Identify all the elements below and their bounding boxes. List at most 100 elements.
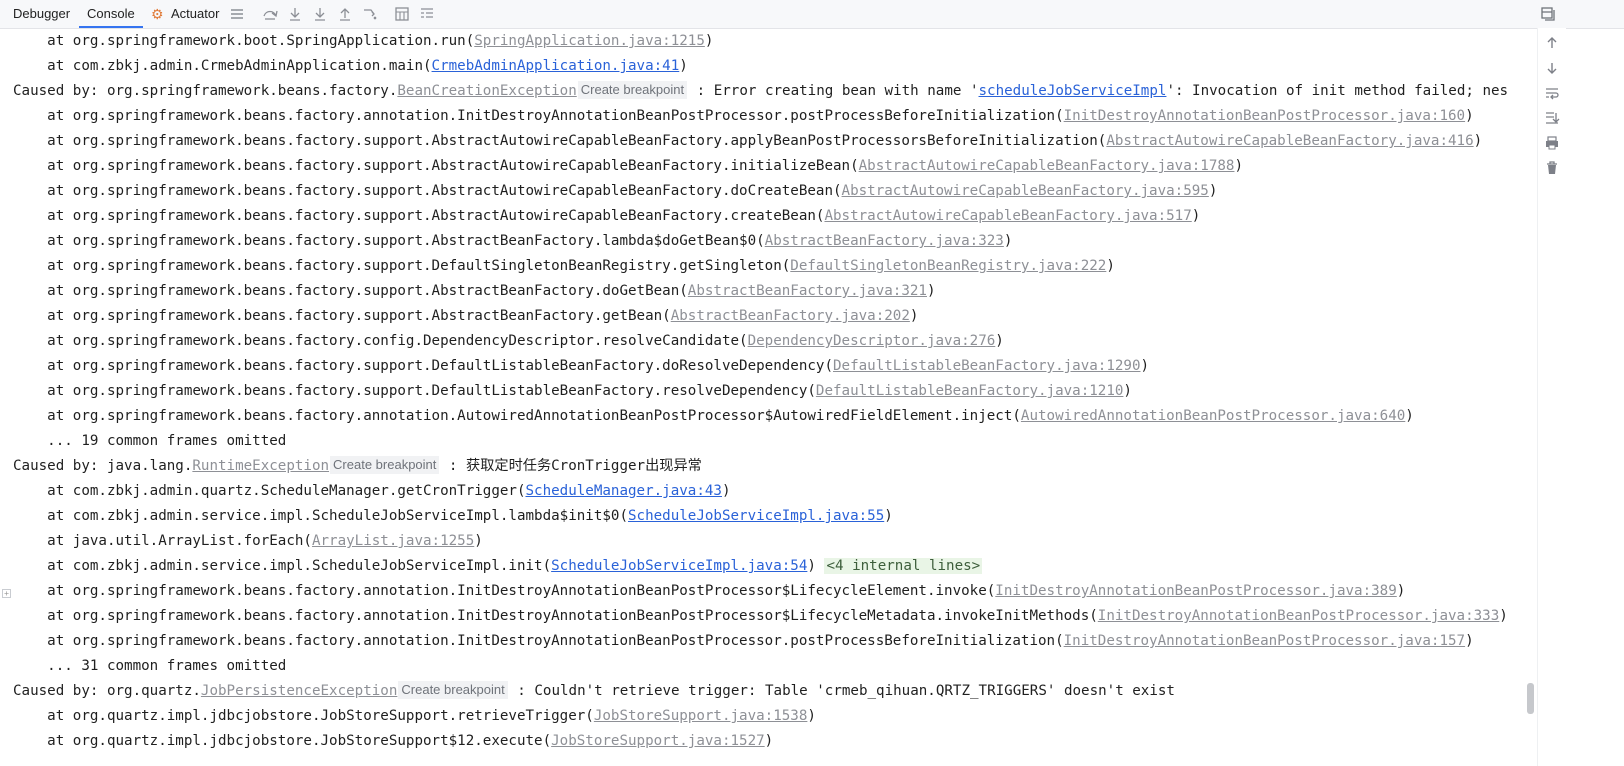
source-link[interactable]: SpringApplication.java:1215 [474, 33, 705, 49]
console-output[interactable]: at org.springframework.boot.SpringApplic… [0, 29, 1536, 766]
source-link[interactable]: JobStoreSupport.java:1527 [551, 733, 765, 749]
console-text: at org.springframework.beans.factory.sup… [13, 183, 842, 199]
console-line: ... 19 common frames omitted [13, 429, 286, 454]
source-link[interactable]: ScheduleJobServiceImpl.java:55 [628, 508, 884, 524]
step-over-icon[interactable] [262, 6, 278, 22]
step-into-icon[interactable] [287, 6, 303, 22]
step-out-icon[interactable] [337, 6, 353, 22]
console-line: at org.springframework.beans.factory.con… [13, 329, 1004, 354]
source-link[interactable]: InitDestroyAnnotationBeanPostProcessor.j… [1098, 608, 1499, 624]
console-line: at org.quartz.impl.jdbcjobstore.JobStore… [13, 704, 816, 729]
tab-debugger[interactable]: Debugger [13, 0, 70, 28]
tab-actuator-label: Actuator [171, 6, 220, 21]
vertical-scrollbar[interactable] [1527, 683, 1534, 714]
console-text: ) [926, 283, 936, 299]
console-text: ) [807, 558, 825, 574]
console-text: : 获取定时任务CronTrigger出现异常 [440, 458, 702, 474]
soft-wrap-icon[interactable] [1544, 85, 1560, 101]
console-line: ... 31 common frames omitted [13, 654, 286, 679]
frames-icon[interactable] [419, 6, 435, 22]
console-text: ) [1234, 158, 1244, 174]
console-text: ) [1140, 358, 1150, 374]
console-line: at org.springframework.beans.factory.ann… [13, 104, 1473, 129]
print-icon[interactable] [1544, 135, 1560, 151]
console-line: at com.zbkj.admin.quartz.ScheduleManager… [13, 479, 730, 504]
tab-console[interactable]: Console [79, 0, 143, 28]
source-link[interactable]: ArrayList.java:1255 [312, 533, 474, 549]
source-link[interactable]: AbstractBeanFactory.java:321 [688, 283, 927, 299]
console-text: Caused by: java.lang. [13, 458, 193, 474]
source-link[interactable]: AbstractAutowireCapableBeanFactory.java:… [842, 183, 1209, 199]
internal-lines-fold[interactable]: <4 internal lines> [824, 558, 983, 574]
console-text: at com.zbkj.admin.service.impl.ScheduleJ… [13, 508, 628, 524]
source-link[interactable]: AutowiredAnnotationBeanPostProcessor.jav… [1021, 408, 1405, 424]
console-text: ) [1499, 608, 1508, 624]
console-line: at org.springframework.beans.factory.sup… [13, 354, 1149, 379]
console-line: at org.springframework.beans.factory.sup… [13, 179, 1217, 204]
console-text: at java.util.ArrayList.forEach( [13, 533, 312, 549]
create-breakpoint-button[interactable]: Create breakpoint [577, 81, 688, 99]
console-text: Caused by: org.springframework.beans.fac… [13, 83, 398, 99]
source-link[interactable]: InitDestroyAnnotationBeanPostProcessor.j… [1064, 108, 1465, 124]
scroll-down-icon[interactable] [1544, 60, 1560, 76]
console-line: at com.zbkj.admin.service.impl.ScheduleJ… [13, 554, 983, 579]
create-breakpoint-button[interactable]: Create breakpoint [330, 456, 440, 474]
source-link[interactable]: InitDestroyAnnotationBeanPostProcessor.j… [995, 583, 1396, 599]
source-link[interactable]: JobPersistenceException [201, 683, 397, 699]
source-link[interactable]: AbstractBeanFactory.java:202 [671, 308, 910, 324]
console-text: ) [884, 508, 893, 524]
source-link[interactable]: CrmebAdminApplication.java:41 [432, 58, 680, 74]
console-text: Caused by: org.quartz. [13, 683, 201, 699]
console-text: ': Invocation of init method failed; nes [1166, 83, 1509, 99]
console-text: at com.zbkj.admin.CrmebAdminApplication.… [13, 58, 432, 74]
source-link[interactable]: AbstractBeanFactory.java:323 [765, 233, 1004, 249]
console-text: at org.springframework.beans.factory.con… [13, 333, 748, 349]
source-link[interactable]: scheduleJobServiceImpl [979, 83, 1167, 99]
menu-icon[interactable] [229, 6, 245, 22]
source-link[interactable]: DefaultListableBeanFactory.java:1290 [833, 358, 1141, 374]
layout-icon[interactable] [1541, 6, 1557, 22]
console-line: at org.springframework.beans.factory.sup… [13, 129, 1482, 154]
console-text: ) [1208, 183, 1218, 199]
console-line: at org.springframework.beans.factory.sup… [13, 204, 1200, 229]
force-step-into-icon[interactable] [312, 6, 328, 22]
source-link[interactable]: DefaultSingletonBeanRegistry.java:222 [790, 258, 1106, 274]
console-text: at org.springframework.boot.SpringApplic… [13, 33, 475, 49]
scroll-to-end-icon[interactable] [1544, 110, 1560, 126]
source-link[interactable]: DefaultListableBeanFactory.java:1210 [816, 383, 1124, 399]
source-link[interactable]: AbstractAutowireCapableBeanFactory.java:… [824, 208, 1191, 224]
source-link[interactable]: ScheduleManager.java:43 [526, 483, 722, 499]
actuator-icon: ⚙ [151, 6, 164, 22]
console-text: at org.springframework.beans.factory.sup… [13, 358, 833, 374]
console-text: at org.springframework.beans.factory.sup… [13, 258, 791, 274]
console-text: ) [1123, 383, 1132, 399]
console-line: at org.springframework.beans.factory.sup… [13, 154, 1243, 179]
tab-actuator[interactable]: ⚙ Actuator [151, 0, 219, 28]
source-link[interactable]: DependencyDescriptor.java:276 [748, 333, 996, 349]
console-text: at org.springframework.beans.factory.sup… [13, 283, 688, 299]
create-breakpoint-button[interactable]: Create breakpoint [398, 681, 508, 699]
scroll-up-icon[interactable] [1544, 35, 1560, 51]
console-text: at org.springframework.beans.factory.ann… [13, 408, 1021, 424]
clear-icon[interactable] [1544, 160, 1560, 176]
console-text: ) [474, 533, 483, 549]
console-text: at org.springframework.beans.factory.ann… [13, 608, 1098, 624]
console-line: Caused by: java.lang.RuntimeException Cre… [13, 454, 702, 479]
source-link[interactable]: AbstractAutowireCapableBeanFactory.java:… [1106, 133, 1473, 149]
console-text: ) [704, 33, 714, 49]
console-line: at org.springframework.beans.factory.ann… [13, 604, 1508, 629]
source-link[interactable]: InitDestroyAnnotationBeanPostProcessor.j… [1064, 633, 1465, 649]
console-line: at org.springframework.beans.factory.sup… [13, 279, 936, 304]
run-to-cursor-icon[interactable] [362, 6, 378, 22]
source-link[interactable]: BeanCreationException [397, 83, 576, 99]
console-line: at org.springframework.boot.SpringApplic… [13, 29, 713, 54]
source-link[interactable]: ScheduleJobServiceImpl.java:54 [551, 558, 807, 574]
console-text: ) [679, 58, 688, 74]
console-line: at org.springframework.beans.factory.sup… [13, 379, 1132, 404]
console-line: at com.zbkj.admin.service.impl.ScheduleJ… [13, 504, 893, 529]
source-link[interactable]: RuntimeException [192, 458, 329, 474]
console-line: at java.util.ArrayList.forEach(ArrayList… [13, 529, 483, 554]
evaluate-icon[interactable] [394, 6, 410, 22]
source-link[interactable]: AbstractAutowireCapableBeanFactory.java:… [859, 158, 1235, 174]
source-link[interactable]: JobStoreSupport.java:1538 [594, 708, 808, 724]
